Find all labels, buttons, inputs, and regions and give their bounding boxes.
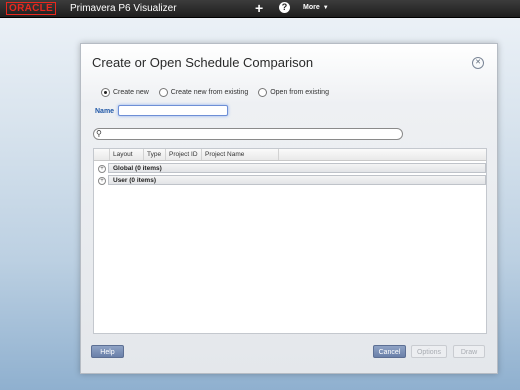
table-row[interactable]: + User (0 items) [94, 175, 486, 186]
dialog-title: Create or Open Schedule Comparison [92, 55, 314, 70]
more-label: More [303, 4, 320, 11]
search-box[interactable]: ⚲ [93, 128, 403, 140]
group-label: User (0 items) [108, 175, 486, 185]
header-gutter [94, 149, 110, 160]
more-menu[interactable]: More ▼ [303, 4, 329, 11]
close-icon[interactable]: ✕ [472, 57, 484, 69]
schedule-comparison-dialog: Create or Open Schedule Comparison ✕ Cre… [80, 43, 498, 374]
top-bar: ORACLE Primavera P6 Visualizer + ? More ▼ [0, 0, 520, 18]
app-title: Primavera P6 Visualizer [70, 3, 177, 14]
radio-label: Open from existing [270, 89, 329, 96]
options-button[interactable]: Options [411, 345, 447, 358]
expand-icon[interactable]: + [98, 165, 106, 173]
column-header-project-name[interactable]: Project Name [202, 149, 279, 160]
name-label: Name [95, 108, 115, 115]
layouts-table: Layout Type Project ID Project Name + Gl… [93, 148, 487, 334]
column-header-layout[interactable]: Layout [110, 149, 144, 160]
chevron-down-icon: ▼ [322, 5, 329, 11]
search-input[interactable] [106, 129, 396, 138]
table-row[interactable]: + Global (0 items) [94, 163, 486, 174]
radio-label: Create new [113, 89, 149, 96]
cancel-button[interactable]: Cancel [373, 345, 406, 358]
radio-create-new[interactable]: Create new [101, 88, 149, 97]
table-header: Layout Type Project ID Project Name [94, 149, 486, 161]
help-icon[interactable]: ? [279, 2, 290, 13]
draw-button[interactable]: Draw [453, 345, 485, 358]
radio-button[interactable] [258, 88, 268, 97]
radio-create-from-existing[interactable]: Create new from existing [158, 88, 249, 97]
plus-icon[interactable]: + [255, 1, 263, 15]
help-button[interactable]: Help [91, 345, 124, 358]
radio-button[interactable] [158, 88, 168, 97]
mode-radio-group: Create new Create new from existing Open… [101, 88, 339, 97]
radio-open-from-existing[interactable]: Open from existing [258, 88, 329, 97]
column-header-project-id[interactable]: Project ID [166, 149, 202, 160]
group-label: Global (0 items) [108, 163, 486, 173]
oracle-logo: ORACLE [6, 2, 57, 15]
radio-label: Create new from existing [170, 89, 249, 96]
search-icon: ⚲ [96, 129, 102, 138]
column-header-type[interactable]: Type [144, 149, 166, 160]
name-input[interactable] [118, 105, 228, 116]
radio-button[interactable] [101, 88, 110, 97]
expand-icon[interactable]: + [98, 177, 106, 185]
